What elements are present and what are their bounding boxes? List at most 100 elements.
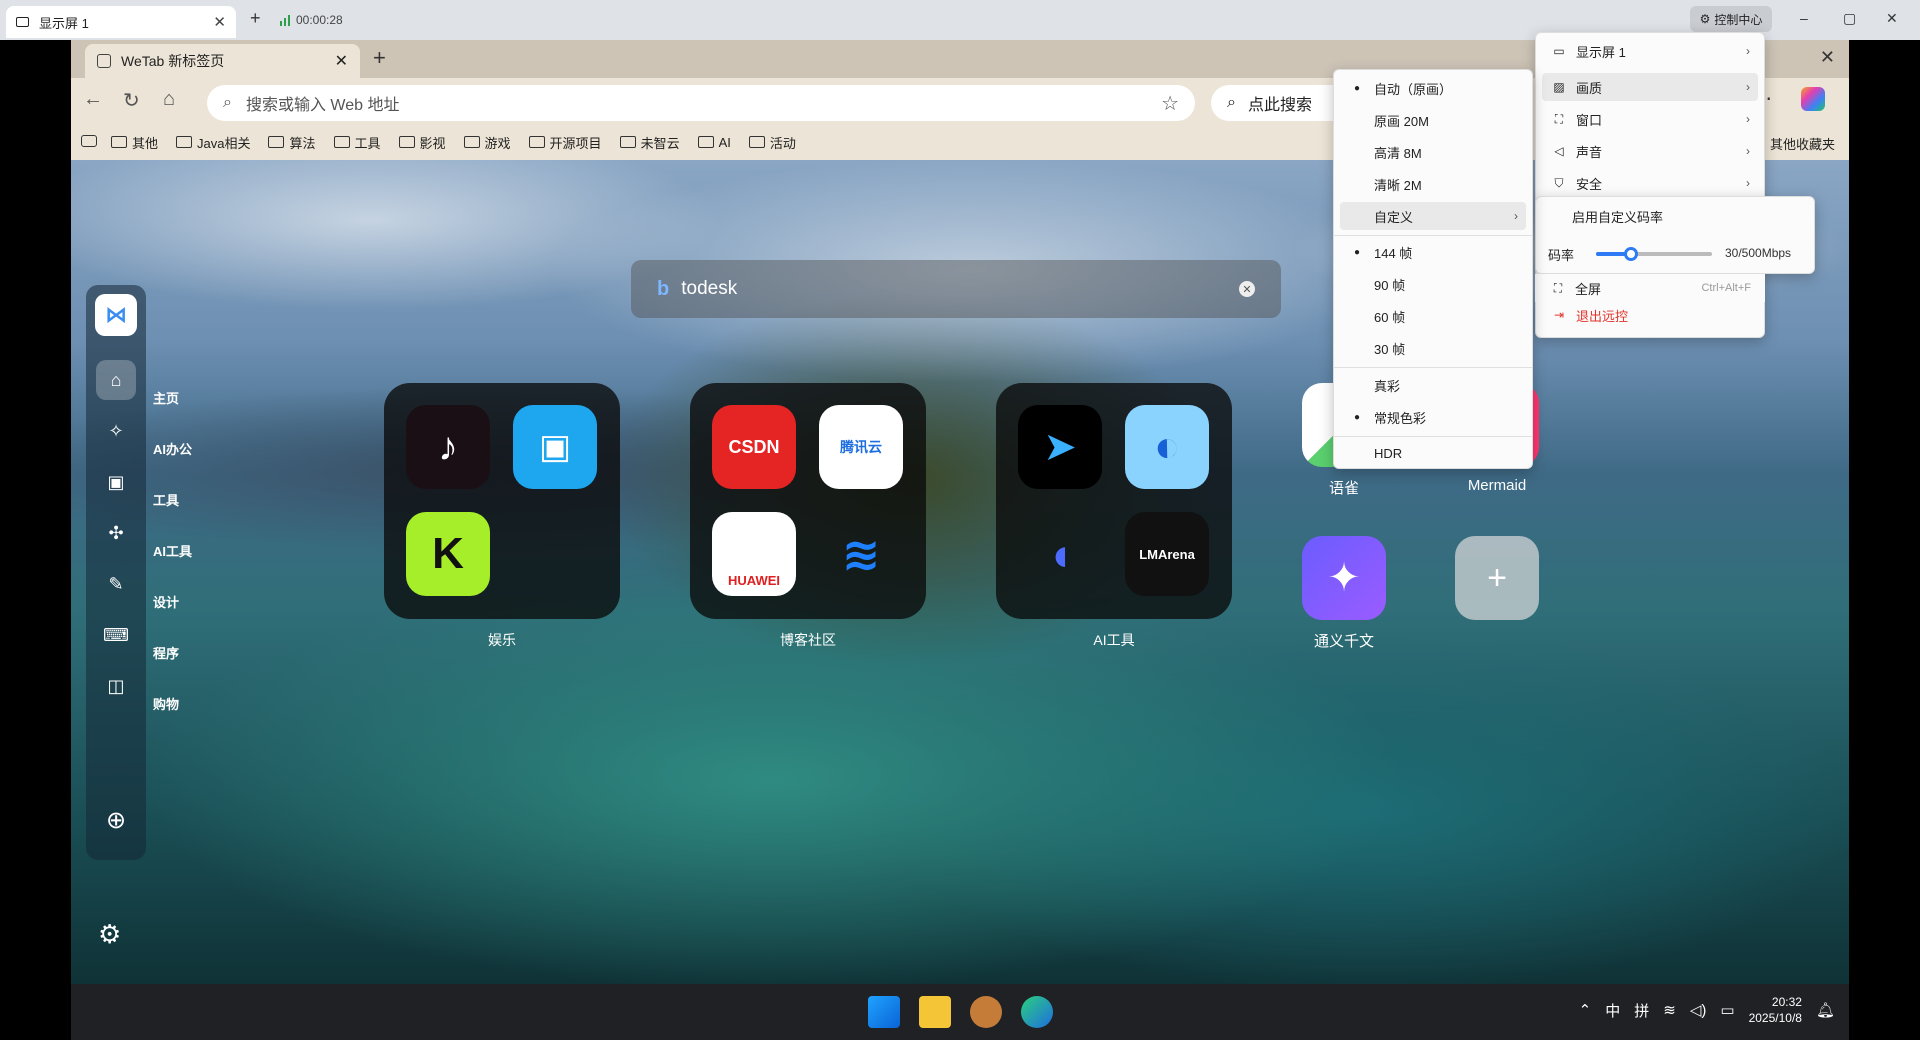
sidebar-item-design[interactable]: ✎ (96, 564, 136, 604)
sidebar-item-home[interactable]: ⌂ (96, 360, 136, 400)
close-window-button[interactable]: ✕ (1886, 10, 1898, 27)
newtab-search[interactable]: b todesk ✕ (631, 260, 1281, 318)
address-bar[interactable]: ⌕ 搜索或输入 Web 地址 ☆ (207, 85, 1195, 121)
menu-item-display[interactable]: ▭ 显示屏 1 › (1542, 37, 1758, 65)
refresh-icon[interactable]: ↻ (123, 88, 140, 113)
menu-item-security[interactable]: ⛉ 安全 › (1542, 169, 1758, 197)
battery-icon[interactable]: ▭ (1720, 1001, 1734, 1019)
browser-close-icon[interactable]: ✕ (1820, 47, 1835, 68)
menu-item-fullscreen[interactable]: ⛶ 全屏 Ctrl+Alt+F (1541, 274, 1759, 302)
bitrate-slider[interactable] (1596, 247, 1712, 261)
sidebar-item-program[interactable]: ⌨ (96, 615, 136, 655)
folder-icon (697, 136, 714, 148)
back-icon[interactable]: ← (83, 88, 103, 111)
minimize-button[interactable]: – (1800, 10, 1808, 26)
add-category-button[interactable]: ⊕ (96, 800, 136, 840)
sidebar-item-ai-tools[interactable]: ✣ (96, 513, 136, 553)
app-group-entertainment[interactable]: ♪ ▣ K (384, 383, 620, 619)
wifi-icon[interactable]: ≋ (1663, 1001, 1676, 1019)
tablet-icon[interactable] (81, 135, 97, 147)
bitrate-slider-handle[interactable] (1623, 247, 1638, 261)
app-group-ai-tools[interactable]: ➤ ◐ ◖ LMArena (996, 383, 1232, 619)
bookmark-folder[interactable]: 其他 (111, 133, 158, 152)
control-center-button[interactable]: ⚙ 控制中心 (1690, 6, 1772, 32)
tiktok-icon[interactable]: ♪ (406, 405, 490, 489)
browser-tab[interactable]: WeTab 新标签页 ✕ (85, 44, 360, 78)
maximize-button[interactable]: ▢ (1843, 10, 1856, 27)
app-group-blog-community[interactable]: CSDN 腾讯云 HUAWEI ≋ (690, 383, 926, 619)
bookmark-folder[interactable]: 未智云 (619, 133, 680, 152)
bookmark-folder[interactable]: 影视 (398, 133, 446, 152)
menu-label: 安全 (1576, 176, 1603, 192)
juejin-icon[interactable]: ≋ (819, 512, 903, 596)
menu-label: 声音 (1576, 144, 1603, 160)
bookmark-folder[interactable]: Java相关 (176, 133, 250, 152)
gemini-send-icon[interactable]: ➤ (1018, 405, 1102, 489)
clear-search-icon[interactable]: ✕ (1239, 281, 1255, 297)
quality-option[interactable]: 清晰 2M (1340, 170, 1526, 198)
huawei-icon[interactable]: HUAWEI (712, 512, 796, 596)
close-tab-icon[interactable]: ✕ (335, 51, 348, 71)
fps-option[interactable]: 90 帧 (1340, 270, 1526, 298)
fps-option[interactable]: 60 帧 (1340, 302, 1526, 330)
folder-icon (528, 136, 545, 148)
chevron-up-icon[interactable]: ⌃ (1579, 1001, 1592, 1019)
menu-item-quality[interactable]: ▨ 画质 › (1542, 73, 1758, 101)
volume-icon[interactable]: ◁) (1690, 1001, 1707, 1019)
wetab-logo[interactable]: ⋈ (95, 294, 137, 336)
settings-gear-icon[interactable]: ⚙ (98, 919, 130, 951)
bookmark-folder[interactable]: AI (697, 135, 731, 150)
color-option[interactable]: 真彩 (1340, 371, 1526, 399)
sidebar-item-ai-office[interactable]: ✧ (96, 411, 136, 451)
quality-option[interactable]: 高清 8M (1340, 138, 1526, 166)
bing-icon[interactable]: b (657, 278, 669, 301)
add-tab-button[interactable]: + (250, 8, 261, 29)
tongyi-icon[interactable]: ✦ (1302, 536, 1386, 620)
sidebar-item-shopping[interactable]: ◫ (96, 666, 136, 706)
other-bookmarks[interactable]: 其他收藏夹 (1770, 134, 1835, 153)
bookmark-folder[interactable]: 算法 (268, 133, 316, 152)
quality-option[interactable]: ● 自动（原画） (1340, 74, 1526, 102)
fps-option[interactable]: ● 144 帧 (1340, 238, 1526, 266)
windows-start-icon[interactable] (868, 996, 900, 1028)
clock[interactable]: 20:32 2025/10/8 (1749, 994, 1802, 1026)
browser-tab-title: WeTab 新标签页 (121, 53, 225, 69)
tencent-cloud-icon[interactable]: 腾讯云 (819, 405, 903, 489)
fps-option[interactable]: 30 帧 (1340, 334, 1526, 362)
bookmark-folder[interactable]: 工具 (333, 133, 381, 152)
color-option[interactable]: ● 常规色彩 (1340, 403, 1526, 431)
favorite-star-icon[interactable]: ☆ (1161, 91, 1179, 116)
file-explorer-icon[interactable] (919, 996, 951, 1028)
notification-icon[interactable]: 🔔︎ (1816, 1001, 1835, 1019)
sidebar-item-tools[interactable]: ▣ (96, 462, 136, 502)
menu-item-exit-remote[interactable]: ⇥ 退出远控 (1542, 301, 1758, 329)
bookmark-folder[interactable]: 开源项目 (528, 133, 602, 152)
add-app-button[interactable]: + (1455, 536, 1539, 620)
edge-icon[interactable]: ◐ (1125, 405, 1209, 489)
ime-pinyin[interactable]: 拼 (1634, 1000, 1649, 1021)
edge-taskbar-icon[interactable] (1021, 996, 1053, 1028)
copilot-icon[interactable] (1801, 87, 1825, 111)
menu-item-window[interactable]: ⛶ 窗口 › (1542, 105, 1758, 133)
close-icon[interactable]: ✕ (213, 13, 226, 31)
menu-item-sound[interactable]: ◁ 声音 › (1542, 137, 1758, 165)
csdn-icon[interactable]: CSDN (712, 405, 796, 489)
quality-option-custom[interactable]: 自定义 › (1340, 202, 1526, 230)
bookmark-folder[interactable]: 游戏 (463, 133, 511, 152)
enable-custom-bitrate-toggle[interactable]: 启用自定义码率 (1572, 207, 1663, 226)
kuaishou-icon[interactable]: K (406, 512, 490, 596)
deepseek-icon[interactable]: ◖ (1018, 512, 1102, 596)
lmarena-icon[interactable]: LMArena (1125, 512, 1209, 596)
bookmark-label: 算法 (289, 135, 316, 151)
color-option-hdr[interactable]: HDR (1340, 439, 1526, 467)
app-icon[interactable] (970, 996, 1002, 1028)
clock-date: 2025/10/8 (1748, 1011, 1802, 1025)
bookmark-folder[interactable]: 活动 (748, 133, 796, 152)
newtab-search-text: todesk (681, 278, 738, 299)
display-tab[interactable]: 显示屏 1 ✕ (6, 6, 236, 38)
new-tab-button[interactable]: + (373, 45, 386, 71)
bilibili-icon[interactable]: ▣ (513, 405, 597, 489)
home-icon[interactable]: ⌂ (163, 88, 175, 111)
ime-mode[interactable]: 中 (1605, 1000, 1620, 1021)
quality-option[interactable]: 原画 20M (1340, 106, 1526, 134)
